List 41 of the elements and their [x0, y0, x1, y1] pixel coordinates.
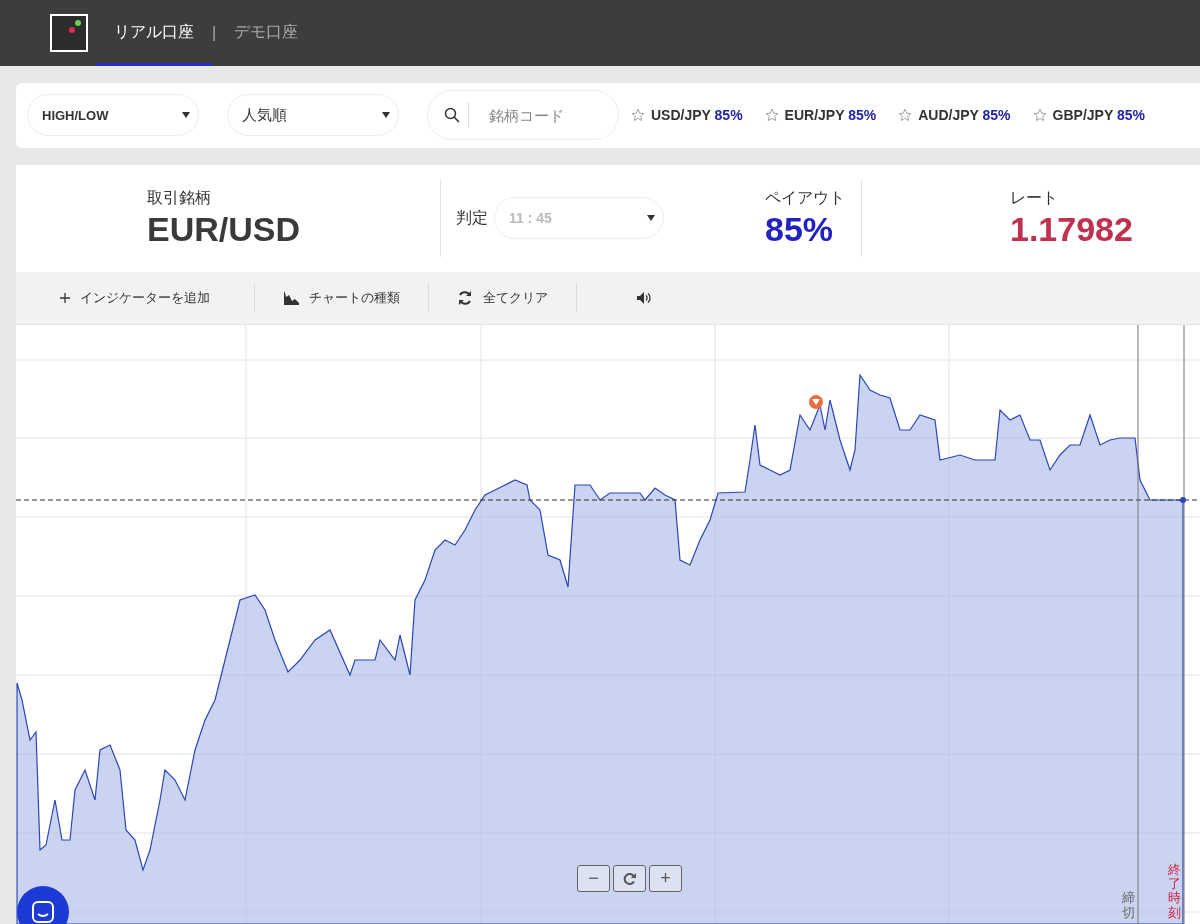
payout-label: ペイアウト [765, 187, 845, 208]
star-icon[interactable] [631, 108, 645, 123]
refresh-icon [457, 290, 473, 307]
caret-icon [647, 215, 655, 222]
caret-icon [182, 112, 190, 119]
favorite-pair[interactable]: USD/JPY 85% [651, 107, 743, 124]
chat-icon [32, 901, 54, 923]
speaker-icon [637, 292, 653, 305]
area-chart-icon [283, 291, 299, 306]
end-time-label: 終了時刻 [1168, 862, 1181, 920]
symbol-value: EUR/USD [147, 208, 302, 249]
refresh-icon [622, 871, 637, 886]
account-tab[interactable]: リアル口座 [96, 0, 212, 66]
logo-icon[interactable] [50, 13, 88, 52]
rate-value: 1.17982 [1010, 208, 1134, 249]
star-icon[interactable] [898, 108, 913, 123]
reset-zoom-button[interactable] [613, 865, 646, 892]
deadline-label: 締切 [1122, 891, 1135, 920]
toolbar-button[interactable]: 全てクリア [429, 283, 576, 314]
search-field[interactable]: 銘柄コード [487, 105, 597, 125]
account-tab[interactable]: デモ口座 [216, 0, 317, 66]
toolbar-button[interactable]: チャートの種類 [255, 283, 428, 314]
star-icon[interactable] [1032, 108, 1047, 123]
plus-icon [60, 293, 70, 304]
favorite-pair[interactable]: AUD/JPY 85% [918, 107, 1011, 124]
favorite-pair[interactable]: GBP/JPY 85% [1052, 107, 1145, 124]
search-icon [444, 107, 460, 124]
expiry-label: 判定 [456, 207, 488, 228]
current-point [1180, 497, 1186, 503]
caret-icon [382, 112, 390, 119]
marker-icon [809, 395, 823, 409]
symbol-label: 取引銘柄 [147, 187, 212, 208]
toolbar-button[interactable]: インジケーターを追加 [16, 283, 254, 314]
zoom-out-button[interactable]: − [577, 865, 610, 892]
rate-label: レート [1010, 187, 1059, 208]
star-icon[interactable] [764, 108, 779, 123]
favorite-pair[interactable]: EUR/JPY 85% [784, 107, 877, 124]
zoom-in-button[interactable]: + [649, 865, 682, 892]
chat-button[interactable] [17, 886, 69, 924]
separator: | [212, 23, 217, 42]
payout-value: 85% [765, 208, 835, 249]
